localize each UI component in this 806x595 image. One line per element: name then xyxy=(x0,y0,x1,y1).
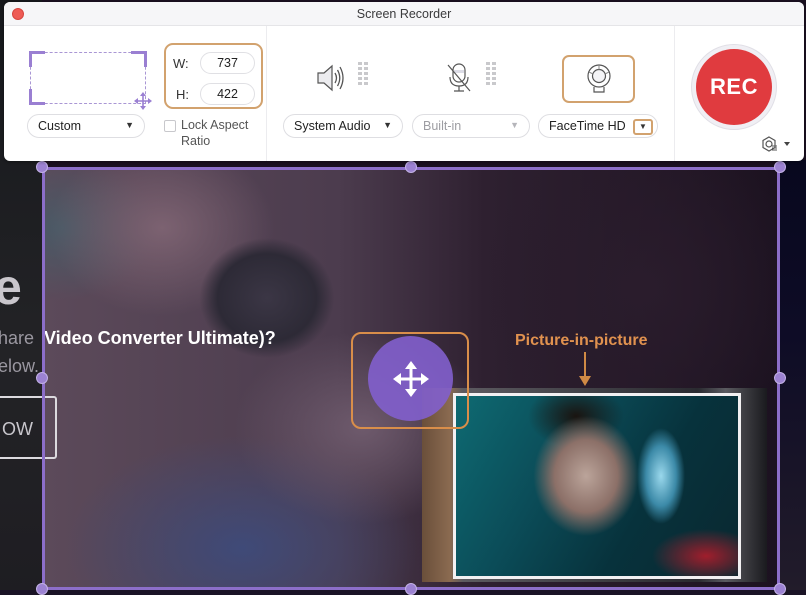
chevron-down-icon: ▼ xyxy=(510,120,519,130)
system-audio-value: System Audio xyxy=(294,119,371,133)
height-input[interactable]: 422 xyxy=(200,83,255,105)
microphone-dropdown[interactable]: Built-in ▼ xyxy=(412,114,530,138)
chevron-down-icon: ▼ xyxy=(639,122,647,131)
window-title: Screen Recorder xyxy=(356,7,452,21)
resize-handle-bottom-right[interactable] xyxy=(774,583,786,595)
width-input[interactable]: 737 xyxy=(200,52,255,74)
lock-aspect-label-line1: Lock Aspect xyxy=(181,118,249,132)
settings-menu-button[interactable] xyxy=(760,135,796,153)
lock-aspect-checkbox[interactable] xyxy=(164,120,176,132)
system-audio-toggle[interactable] xyxy=(314,61,348,100)
region-preset-dropdown[interactable]: Custom ▼ xyxy=(27,114,145,138)
speaker-icon xyxy=(317,64,344,92)
region-corner xyxy=(131,51,147,67)
microphone-muted-icon xyxy=(447,63,471,92)
width-label: W: xyxy=(173,56,189,71)
region-corner xyxy=(29,51,45,67)
resize-handle-right[interactable] xyxy=(774,372,786,384)
move-small-icon xyxy=(134,92,152,110)
system-audio-dropdown[interactable]: System Audio ▼ xyxy=(283,114,403,138)
dimensions-group: W: 737 H: 422 xyxy=(164,43,263,109)
webcam-device-value: FaceTime HD xyxy=(549,119,626,133)
chevron-down-icon: ▼ xyxy=(125,120,134,130)
resize-handle-top[interactable] xyxy=(405,161,417,173)
microphone-value: Built-in xyxy=(423,119,462,133)
lock-aspect-label: Lock Aspect Ratio xyxy=(181,117,248,149)
move-handle-highlight xyxy=(351,332,469,429)
webcam-dropdown-toggle[interactable]: ▼ xyxy=(633,119,653,135)
resize-handle-top-left[interactable] xyxy=(36,161,48,173)
microphone-level-meter xyxy=(486,62,496,85)
page-subtext: elow. xyxy=(0,356,40,376)
background-page-bottom xyxy=(0,590,806,595)
chevron-down-icon xyxy=(784,142,790,146)
webcam-icon xyxy=(586,64,611,93)
webcam-toggle[interactable] xyxy=(562,55,635,103)
record-button[interactable]: REC xyxy=(696,49,772,125)
lock-aspect-label-line2: Ratio xyxy=(181,134,211,148)
height-label: H: xyxy=(176,87,189,102)
region-preview xyxy=(29,51,152,110)
screen-stage: e hare Video Converter Ultimate)? elow. … xyxy=(0,0,806,595)
section-divider xyxy=(674,26,675,161)
title-bar: Screen Recorder xyxy=(4,2,804,26)
page-button-label: OW xyxy=(2,419,33,439)
resize-handle-bottom[interactable] xyxy=(405,583,417,595)
resize-handle-bottom-left[interactable] xyxy=(36,583,48,595)
page-question-prefix: hare xyxy=(0,328,35,348)
resize-handle-left[interactable] xyxy=(36,372,48,384)
region-preset-value: Custom xyxy=(38,119,82,133)
chevron-down-icon: ▼ xyxy=(383,120,392,130)
region-corner xyxy=(29,89,45,105)
screen-recorder-window: Screen Recorder Custom ▼ W: 737 H: 422 L… xyxy=(4,2,804,161)
section-divider xyxy=(266,26,267,161)
microphone-toggle[interactable] xyxy=(444,61,474,102)
settings-gear-icon xyxy=(762,136,790,152)
resize-handle-top-right[interactable] xyxy=(774,161,786,173)
page-heading-fragment: e xyxy=(0,259,22,315)
system-audio-level-meter xyxy=(358,62,368,85)
